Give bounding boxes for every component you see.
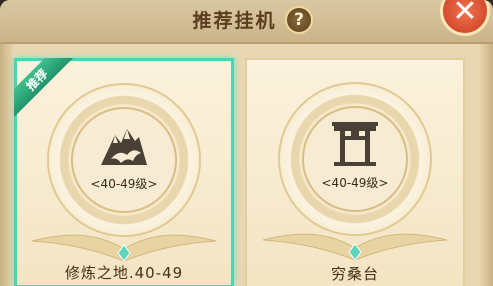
mountain-icon [99,119,149,169]
panel-header: 推荐挂机 ? [0,0,493,44]
help-button[interactable]: ? [285,6,313,34]
level-range: <40-49级> [90,177,158,191]
level-range: <40-49级> [321,176,389,190]
location-name: 穷桑台 [330,265,379,283]
left-frame [0,44,14,286]
location-medallion: <40-49级> [47,83,201,237]
afk-card-qiongsang-terrace[interactable]: <40-49级> 穷桑台 [245,58,465,286]
panel-title: 推荐挂机 [192,10,277,32]
right-frame [479,44,493,286]
ornament-wings [262,233,448,261]
location-name: 修炼之地.40-49 [64,264,184,282]
recommend-afk-panel: 推荐挂机 ? 推荐 <40-49级> 修炼之地.40-49 <40-49级> 穷… [0,0,493,286]
gate-icon [330,118,380,168]
afk-card-cultivation-land[interactable]: 推荐 <40-49级> 修炼之地.40-49 [14,58,234,286]
location-medallion: <40-49级> [278,82,432,236]
